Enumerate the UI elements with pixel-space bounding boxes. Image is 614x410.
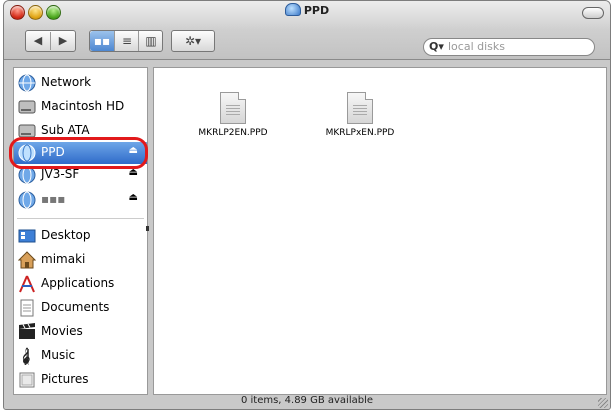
eject-icon[interactable]: ⏏ [129, 192, 138, 203]
sidebar-item-label: Pictures [41, 372, 89, 386]
ppd-document-icon [347, 92, 373, 124]
navigation-buttons: ◀ ▶ [25, 30, 76, 52]
sidebar-item-label: Applications [41, 276, 115, 290]
column-view-button[interactable]: ▥ [138, 31, 163, 51]
search-field[interactable]: Q▾ local disks [423, 38, 595, 56]
search-icon[interactable]: Q▾ [429, 39, 444, 55]
sidebar-item-label: Sub ATA [41, 123, 90, 137]
file-item[interactable]: MKRLPxEN.PPD [305, 92, 415, 138]
window-title-label: PPD [303, 4, 330, 17]
resize-grip[interactable] [598, 398, 608, 408]
desktop-icon [18, 227, 36, 245]
sidebar-item-label: Network [41, 75, 92, 89]
sidebar-item-music[interactable]: 𝄞 Music [14, 345, 147, 367]
view-buttons: ▪▪ ≡ ▥ [89, 30, 163, 52]
sidebar-item-documents[interactable]: Documents [14, 297, 147, 319]
movies-icon [18, 323, 36, 341]
action-menu-button[interactable]: ✲▾ [171, 30, 215, 52]
sidebar-item-network-volume[interactable]: ▪▪▪ ⏏ [14, 189, 147, 211]
sidebar-separator [17, 218, 144, 219]
sidebar-item-applications[interactable]: Applications [14, 273, 147, 295]
network-icon [18, 74, 36, 92]
sidebar-item-label: Music [41, 348, 76, 362]
search-placeholder: local disks [448, 40, 505, 53]
sidebar-item-label: Movies [41, 324, 83, 338]
back-button[interactable]: ◀ [26, 32, 51, 50]
file-name: MKRLPxEN.PPD [325, 128, 395, 138]
file-browser-pane: MKRLP2EN.PPD MKRLPxEN.PPD [153, 67, 607, 395]
sidebar-resize-handle[interactable] [146, 226, 149, 231]
status-bar: 0 items, 4.89 GB available [240, 395, 374, 406]
sidebar-item-label: ▪▪▪ [41, 192, 66, 206]
title-bar: PPD ◀ ▶ ▪▪ ≡ ▥ ✲▾ Q▾ local disks [4, 1, 610, 60]
sidebar-item-label: Documents [41, 300, 110, 314]
pictures-icon [18, 371, 36, 389]
list-view-button[interactable]: ≡ [114, 31, 139, 51]
network-volume-icon [18, 191, 36, 209]
sidebar-item-label: Desktop [41, 228, 91, 242]
ppd-document-icon [220, 92, 246, 124]
sidebar-item-label: JV3-SF [41, 167, 80, 181]
sidebar-item-mimaki[interactable]: mimaki [14, 249, 147, 271]
sidebar-item-label: mimaki [41, 252, 86, 266]
applications-icon [18, 275, 36, 293]
network-volume-icon [284, 3, 301, 16]
hard-disk-icon [18, 98, 36, 116]
sidebar-item-macintosh-hd[interactable]: Macintosh HD [14, 96, 147, 118]
window-title: PPD [4, 3, 610, 17]
file-item[interactable]: MKRLP2EN.PPD [178, 92, 288, 138]
sidebar-item-desktop[interactable]: Desktop [14, 225, 147, 247]
sidebar-item-movies[interactable]: Movies [14, 321, 147, 343]
toolbar-toggle-button[interactable] [582, 7, 604, 19]
icon-view-button[interactable]: ▪▪ [90, 31, 114, 51]
sidebar-item-network[interactable]: Network [14, 72, 147, 94]
finder-window: PPD ◀ ▶ ▪▪ ≡ ▥ ✲▾ Q▾ local disks Network… [3, 0, 611, 410]
sidebar-item-pictures[interactable]: Pictures [14, 369, 147, 391]
sidebar-item-label: Macintosh HD [41, 99, 125, 113]
forward-button[interactable]: ▶ [51, 32, 75, 50]
selection-highlight-ring [9, 137, 148, 169]
music-icon: 𝄞 [18, 347, 36, 367]
file-name: MKRLP2EN.PPD [198, 128, 268, 138]
home-icon [17, 251, 37, 269]
documents-icon [18, 299, 36, 317]
sidebar: Network Macintosh HD Sub ATA PPD ⏏ JV3-S… [13, 67, 148, 395]
